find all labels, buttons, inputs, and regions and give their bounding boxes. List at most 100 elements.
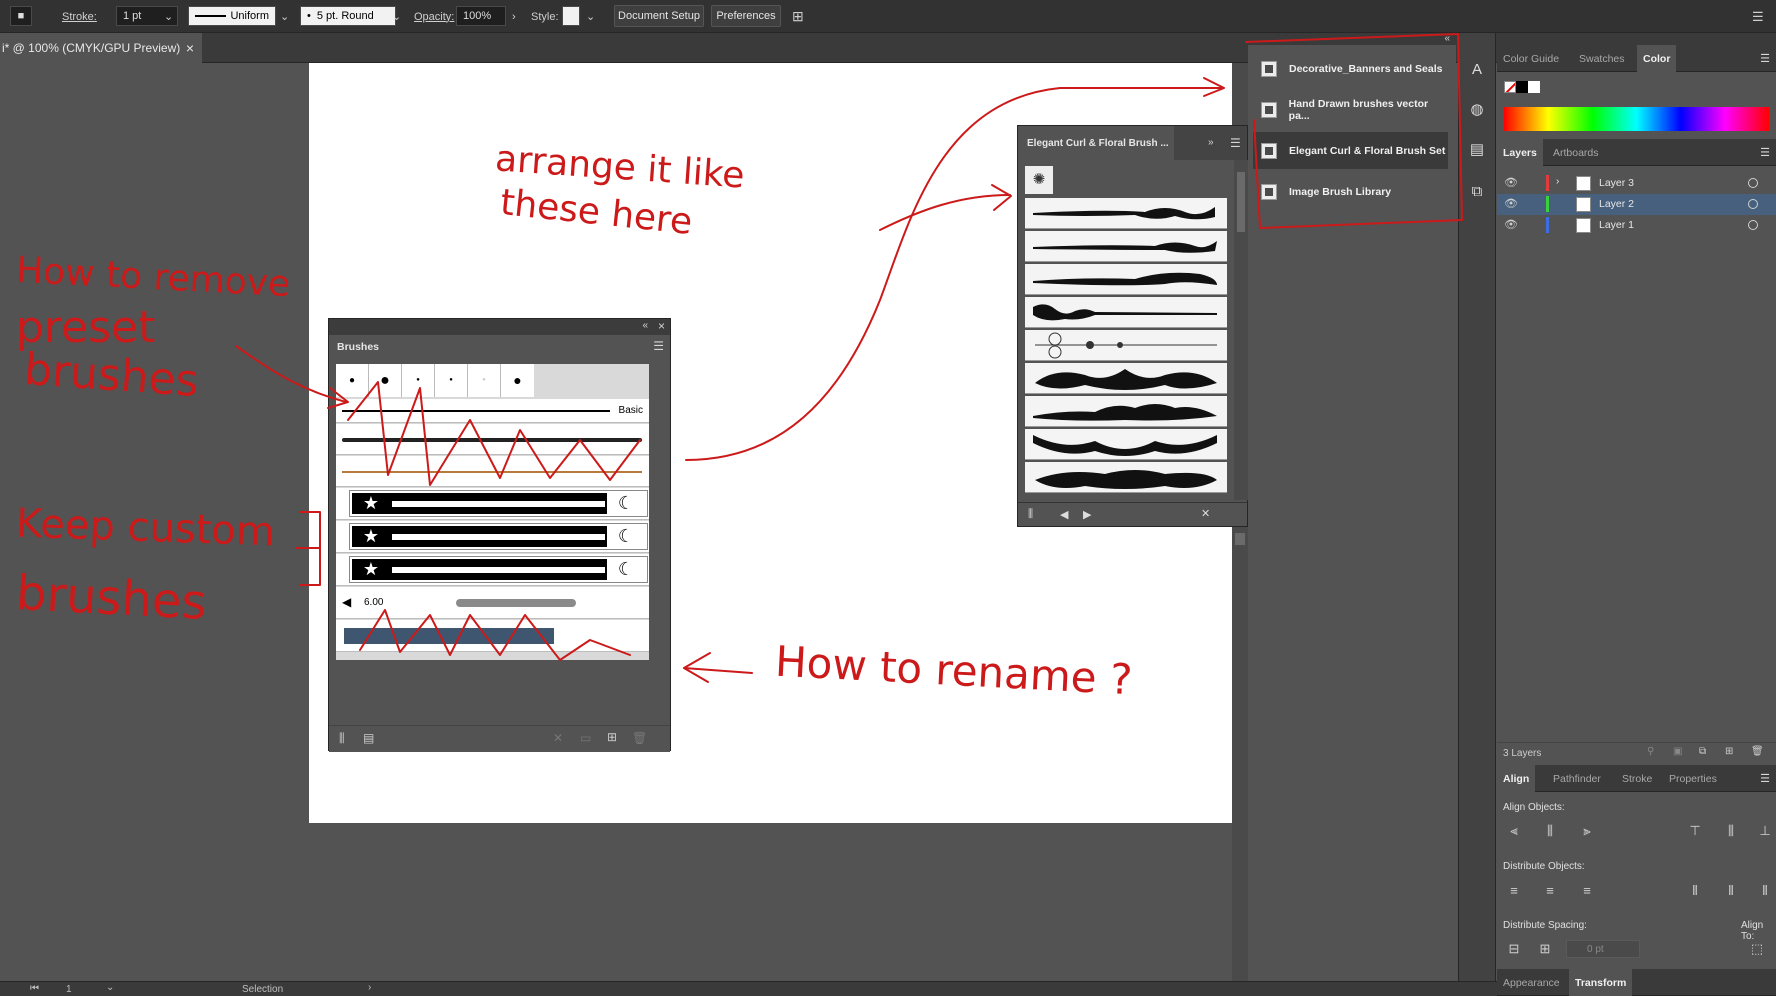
- tab-artboards[interactable]: Artboards: [1547, 139, 1605, 166]
- floral-brush-row[interactable]: [1025, 264, 1227, 295]
- document-tab[interactable]: i* @ 100% (CMYK/GPU Preview) ×: [0, 33, 202, 63]
- floral-settings-icon[interactable]: ✺: [1025, 166, 1053, 194]
- new-sublayer-icon[interactable]: ⧉: [1699, 746, 1706, 757]
- panel-menu-icon[interactable]: ☰: [1752, 0, 1764, 33]
- collapse-icon[interactable]: «: [642, 320, 648, 331]
- brush-dot-icon[interactable]: ●: [369, 364, 402, 397]
- opacity-input[interactable]: 100%: [456, 6, 506, 26]
- next-library-icon[interactable]: ▶: [1083, 508, 1091, 521]
- chevron-down-icon[interactable]: ⌄: [164, 0, 173, 33]
- distribute-left-icon[interactable]: ⦀: [1686, 883, 1704, 899]
- gradient-icon[interactable]: ▤: [1464, 136, 1490, 162]
- spacing-input[interactable]: 0 pt: [1566, 940, 1640, 958]
- calligraphic-brush-row[interactable]: ● ● ● ● ● ●: [336, 364, 534, 397]
- distribute-vertical-center-icon[interactable]: ≡: [1541, 883, 1559, 899]
- layer-row[interactable]: 👁 Layer 1: [1497, 215, 1776, 236]
- brush-dot-icon[interactable]: ●: [336, 364, 369, 397]
- brush-dot-icon[interactable]: ●: [468, 364, 501, 397]
- distribute-horizontal-center-icon[interactable]: ⦀: [1722, 883, 1740, 899]
- opacity-label[interactable]: Opacity:: [414, 0, 454, 33]
- align-top-icon[interactable]: ⊤: [1686, 823, 1704, 839]
- floral-brush-row[interactable]: [1025, 429, 1227, 460]
- layer-name[interactable]: Layer 2: [1599, 198, 1634, 210]
- chevron-down-icon[interactable]: ⌄: [280, 0, 289, 33]
- black-swatch[interactable]: [1516, 81, 1528, 93]
- document-setup-button[interactable]: Document Setup: [614, 5, 704, 27]
- layer-name[interactable]: Layer 3: [1599, 177, 1634, 189]
- chevron-right-icon[interactable]: ›: [512, 0, 516, 33]
- tab-stroke[interactable]: Stroke: [1616, 765, 1658, 792]
- new-layer-icon[interactable]: ⊞: [1725, 746, 1733, 757]
- eye-icon[interactable]: 👁: [1504, 197, 1518, 210]
- vertical-distribute-space-icon[interactable]: ⊟: [1505, 941, 1523, 957]
- remove-stroke-icon[interactable]: ✕: [553, 731, 563, 745]
- expand-arrow-icon[interactable]: ›: [1556, 176, 1559, 187]
- bristle-brush-row[interactable]: ◀ 6.00: [336, 587, 649, 619]
- panel-menu-icon[interactable]: ☰: [653, 339, 664, 353]
- brush-options-icon[interactable]: ▭: [580, 731, 591, 745]
- character-icon[interactable]: A: [1464, 56, 1490, 82]
- layer-row[interactable]: 👁 Layer 2: [1497, 194, 1776, 215]
- tab-align[interactable]: Align: [1497, 765, 1536, 792]
- floral-brush-row[interactable]: [1025, 297, 1227, 328]
- stroke-profile-select[interactable]: Uniform: [188, 6, 276, 26]
- brush-libraries-menu-icon[interactable]: ⫼: [1028, 508, 1033, 521]
- tab-properties[interactable]: Properties: [1663, 765, 1723, 792]
- brushes-tab[interactable]: Brushes: [329, 335, 389, 359]
- layer-name[interactable]: Layer 1: [1599, 219, 1634, 231]
- floral-brush-row[interactable]: [1025, 231, 1227, 262]
- fill-swatch[interactable]: ■: [10, 6, 32, 26]
- art-brush-row[interactable]: [336, 424, 649, 455]
- pattern-brush-row[interactable]: [336, 620, 649, 652]
- brush-dot-icon[interactable]: ●: [435, 364, 468, 397]
- library-item-image-brush[interactable]: Image Brush Library: [1253, 173, 1448, 210]
- chevron-down-icon[interactable]: ⌄: [586, 0, 595, 33]
- tab-transform[interactable]: Transform: [1569, 969, 1633, 996]
- artboard-number[interactable]: 1: [66, 984, 72, 995]
- chevron-down-icon[interactable]: ⌄: [392, 0, 401, 33]
- chevron-down-icon[interactable]: ⌄: [106, 982, 114, 993]
- brush-dot-icon[interactable]: ●: [402, 364, 435, 397]
- preferences-button[interactable]: Preferences: [711, 5, 781, 27]
- basic-brush-row[interactable]: Basic: [336, 399, 649, 423]
- close-icon[interactable]: ×: [186, 40, 194, 56]
- libraries-panel-icon[interactable]: ▤: [363, 731, 374, 745]
- none-swatch[interactable]: [1504, 81, 1516, 93]
- distribute-right-icon[interactable]: ⦀: [1756, 883, 1774, 899]
- layer-row[interactable]: 👁 › Layer 3: [1497, 173, 1776, 194]
- new-brush-icon[interactable]: ⊞: [607, 730, 617, 744]
- pattern-brush-row[interactable]: ★ ☾: [336, 554, 649, 586]
- panel-menu-icon[interactable]: ☰: [1760, 146, 1770, 159]
- white-swatch[interactable]: [1528, 81, 1540, 93]
- tab-color-guide[interactable]: Color Guide: [1497, 45, 1565, 72]
- panel-menu-icon[interactable]: ☰: [1230, 136, 1241, 150]
- distribute-bottom-icon[interactable]: ≡: [1578, 883, 1596, 899]
- collapse-icon[interactable]: «: [1444, 33, 1450, 44]
- previous-library-icon[interactable]: ◀: [1060, 508, 1068, 521]
- distribute-top-icon[interactable]: ≡: [1505, 883, 1523, 899]
- close-icon[interactable]: ×: [658, 319, 665, 333]
- close-icon[interactable]: ✕: [1201, 507, 1210, 520]
- eye-icon[interactable]: 👁: [1504, 176, 1518, 189]
- clipping-mask-icon[interactable]: ▣: [1673, 746, 1682, 757]
- color-icon[interactable]: ◍: [1464, 96, 1490, 122]
- floral-brush-row[interactable]: [1025, 396, 1227, 427]
- chevron-right-icon[interactable]: ›: [368, 982, 371, 993]
- eye-icon[interactable]: 👁: [1504, 218, 1518, 231]
- delete-brush-icon[interactable]: 🗑: [632, 731, 647, 745]
- floral-brush-row[interactable]: [1025, 198, 1227, 229]
- floral-scrollbar[interactable]: [1234, 160, 1248, 500]
- floral-brush-row[interactable]: [1025, 462, 1227, 493]
- brush-dot-icon[interactable]: ●: [501, 364, 534, 397]
- brush-libraries-menu-icon[interactable]: ⫼: [339, 731, 345, 746]
- expand-icon[interactable]: »: [1208, 137, 1214, 148]
- align-horizontal-center-icon[interactable]: ⫼: [1541, 823, 1559, 839]
- floral-brush-row[interactable]: [1025, 363, 1227, 394]
- panel-titlebar[interactable]: « ×: [329, 319, 670, 335]
- art-brush-row[interactable]: [336, 456, 649, 487]
- graphic-style-swatch[interactable]: [562, 6, 580, 26]
- library-item-elegant-curl[interactable]: Elegant Curl & Floral Brush Set: [1253, 132, 1448, 169]
- tab-pathfinder[interactable]: Pathfinder: [1547, 765, 1607, 792]
- color-spectrum[interactable]: [1504, 107, 1769, 131]
- brush-definition-select[interactable]: • 5 pt. Round: [300, 6, 396, 26]
